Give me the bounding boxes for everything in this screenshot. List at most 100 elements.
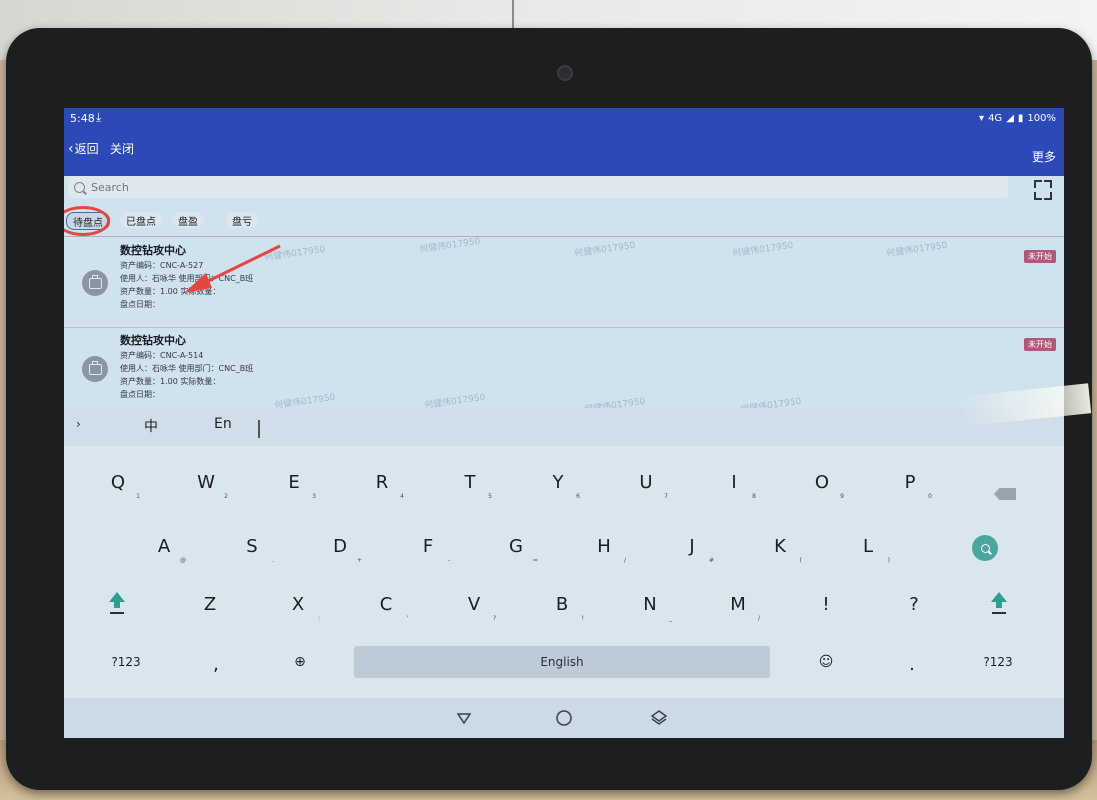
key-label: I [731,471,737,493]
key-hint: ( [799,557,802,564]
back-nav-icon[interactable] [454,708,474,728]
comma-key[interactable]: , [188,644,244,684]
period-key[interactable]: . [884,644,940,684]
key[interactable]: Z [182,584,238,624]
recents-icon[interactable] [649,708,669,728]
tablet-screen: 5:48 ⤓ ▾ 4G ◢ ▮ 100% ‹ 返回 关闭 更多 待盘点 已盘点 … [64,108,1064,738]
globe-icon[interactable]: ⊕ [272,642,328,682]
scan-icon[interactable] [1034,180,1052,200]
text-caret [258,420,260,438]
key[interactable]: R4 [354,462,410,502]
space-key[interactable]: English [354,646,770,678]
download-icon: ⤓ [96,110,102,124]
asset-icon [82,270,108,296]
key-hint: # [708,557,714,564]
search-icon [74,181,85,193]
close-button[interactable]: 关闭 [110,140,134,157]
backspace-key[interactable] [994,488,1016,500]
network-type: 4G [988,113,1003,124]
battery-icon: ▮ [1017,113,1024,124]
tab-shortage[interactable]: 盘亏 [226,212,258,228]
key-label: K [774,535,786,557]
key[interactable]: O9 [794,462,850,502]
key[interactable]: U7 [618,462,674,502]
app-header: ‹ 返回 关闭 更多 [64,130,1064,176]
filter-tabs: 待盘点 已盘点 盘盈 盘亏 [64,206,1064,236]
tabs-divider [64,236,1064,237]
status-badge: 未开始 [1024,338,1056,351]
chinese-mode-button[interactable]: 中 [144,416,158,436]
key-hint: 4 [400,493,404,500]
item-code: 资产编码：CNC-A-514 [120,351,204,360]
key[interactable]: Y6 [530,462,586,502]
shift-key-right[interactable] [986,588,1012,618]
key[interactable]: ? [886,584,942,624]
key[interactable]: K( [752,526,808,566]
front-camera [557,65,573,81]
key[interactable]: F- [400,526,456,566]
key-label: F [422,535,434,557]
key[interactable]: B! [534,584,590,624]
key-label: V [467,593,481,615]
item-user: 使用人：石咏华 使用部门：CNC_B班 [120,274,254,283]
key[interactable]: C ' [358,584,414,624]
list-item[interactable]: 数控钻攻中心 资产编码：CNC-A-514 使用人：石咏华 使用部门：CNC_B… [64,330,1064,418]
key-label: ! [822,593,830,615]
more-button[interactable]: 更多 [1032,148,1056,165]
symbols-key-right[interactable]: ?123 [970,642,1026,682]
key-label: G [509,535,523,557]
item-user: 使用人：石咏华 使用部门：CNC_B班 [120,364,254,373]
search-key[interactable] [972,535,998,561]
key-hint: 8 [752,493,756,500]
key[interactable]: I8 [706,462,762,502]
key-hint: ! [581,615,584,622]
key[interactable]: E3 [266,462,322,502]
key[interactable]: Q1 [90,462,146,502]
tab-surplus[interactable]: 盘盈 [172,212,204,228]
annotation-circle [64,206,110,236]
key[interactable]: W2 [178,462,234,502]
key[interactable]: X: [270,584,326,624]
item-divider [64,327,1064,328]
key-label: Z [203,593,217,615]
key[interactable]: G = [488,526,544,566]
item-date: 盘点日期： [120,300,160,309]
item-quantity: 资产数量：1.00 实际数量： [120,377,221,386]
key-hint: 0 [928,493,932,500]
key-label: E [288,471,300,493]
back-button[interactable]: ‹ 返回 [68,140,99,157]
key-hint: 3 [312,493,316,500]
status-indicators: ▾ 4G ◢ ▮ 100% [979,113,1056,124]
key-hint: / [623,557,626,564]
key-hint: = [532,557,538,564]
key[interactable]: M / [710,584,766,624]
shift-key-left[interactable] [104,588,130,618]
emoji-icon[interactable]: ☺ [798,642,854,682]
symbols-key[interactable]: ?123 [98,642,154,682]
key[interactable]: N _ [622,584,678,624]
key[interactable]: D + [312,526,368,566]
key[interactable]: H / [576,526,632,566]
key[interactable]: T5 [442,462,498,502]
expand-toolbar-icon[interactable]: › [76,417,81,431]
key[interactable]: S. [224,526,280,566]
key-label: R [375,471,389,493]
key[interactable]: A @ [136,526,192,566]
english-mode-button[interactable]: En [214,416,232,432]
key-label: D [333,535,347,557]
key-hint: ) [887,557,890,564]
system-nav-bar [64,698,1064,738]
key-label: Y [552,471,564,493]
key[interactable]: L) [840,526,896,566]
search-bar [68,176,1008,198]
tab-counted[interactable]: 已盘点 [120,212,162,228]
key[interactable]: ! [798,584,854,624]
key[interactable]: P0 [882,462,938,502]
key-label: L [862,535,874,557]
key[interactable]: J # [664,526,720,566]
search-input[interactable] [89,179,893,195]
key-hint: @ [180,557,186,564]
key[interactable]: V? [446,584,502,624]
status-bar: 5:48 ⤓ ▾ 4G ◢ ▮ 100% [64,108,1064,130]
home-icon[interactable] [554,708,574,728]
